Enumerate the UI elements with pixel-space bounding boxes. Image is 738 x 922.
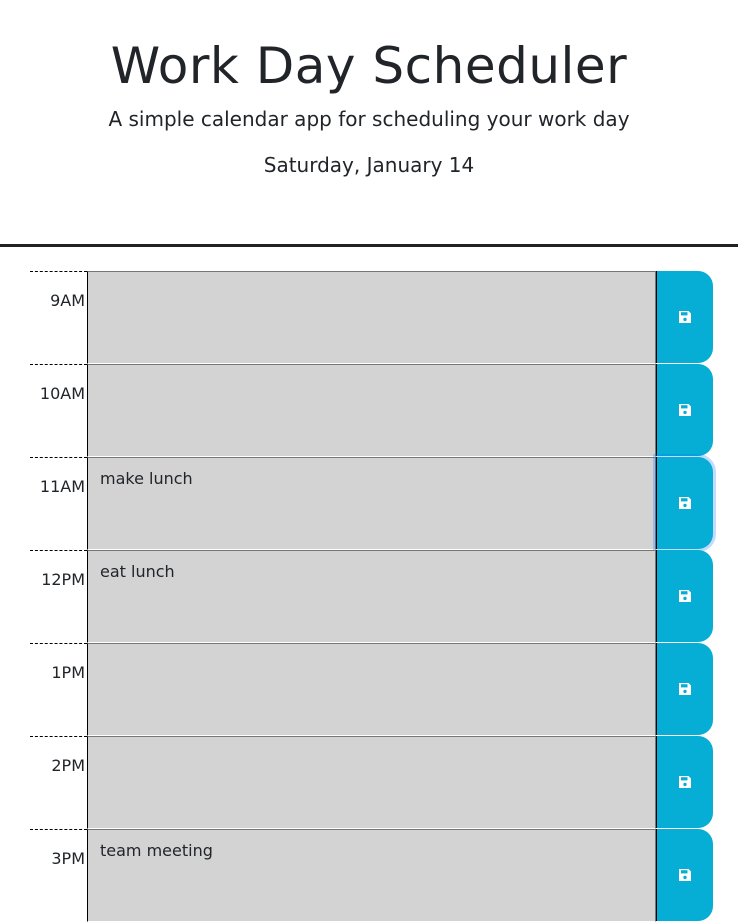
save-button[interactable]: [656, 643, 713, 735]
time-block-row: 3PM team meeting: [0, 829, 738, 922]
event-description-textarea[interactable]: [87, 364, 656, 457]
event-description-textarea[interactable]: make lunch: [87, 457, 656, 550]
hour-cell: 12PM: [30, 550, 87, 642]
hour-cell: 11AM: [30, 457, 87, 549]
page-title: Work Day Scheduler: [110, 37, 628, 95]
time-block-row: 1PM: [0, 643, 738, 736]
time-block-row: 9AM: [0, 271, 738, 364]
current-day: Saturday, January 14: [263, 153, 475, 177]
hour-label: 2PM: [51, 756, 85, 775]
floppy-disk-icon: [679, 683, 691, 695]
event-description-textarea[interactable]: [87, 643, 656, 736]
hour-label: 10AM: [39, 384, 85, 403]
hour-label: 9AM: [50, 291, 85, 310]
floppy-disk-icon: [679, 869, 691, 881]
time-block-row: 2PM: [0, 736, 738, 829]
save-button[interactable]: [656, 550, 713, 642]
hour-cell: 3PM: [30, 829, 87, 921]
save-button[interactable]: [656, 364, 713, 456]
time-block-row: 10AM: [0, 364, 738, 457]
hour-label: 11AM: [39, 477, 85, 496]
hour-label: 3PM: [51, 849, 85, 868]
floppy-disk-icon: [679, 497, 691, 509]
event-description-textarea[interactable]: eat lunch: [87, 550, 656, 643]
hour-cell: 2PM: [30, 736, 87, 828]
page-header: Work Day Scheduler A simple calendar app…: [0, 0, 738, 247]
floppy-disk-icon: [679, 590, 691, 602]
hour-cell: 9AM: [30, 271, 87, 363]
hour-label: 12PM: [41, 570, 85, 589]
save-button[interactable]: [656, 271, 713, 363]
hour-cell: 10AM: [30, 364, 87, 456]
schedule-container: 9AM 10AM 11AM make lunch 12PM eat lunch 1PM 2PM…: [0, 271, 738, 922]
floppy-disk-icon: [679, 404, 691, 416]
event-description-textarea[interactable]: [87, 271, 656, 364]
save-button[interactable]: [656, 457, 713, 549]
hour-label: 1PM: [51, 663, 85, 682]
page-lead: A simple calendar app for scheduling you…: [108, 107, 630, 131]
floppy-disk-icon: [679, 776, 691, 788]
time-block-row: 11AM make lunch: [0, 457, 738, 550]
floppy-disk-icon: [679, 311, 691, 323]
save-button[interactable]: [656, 829, 713, 921]
event-description-textarea[interactable]: [87, 736, 656, 829]
save-button[interactable]: [656, 736, 713, 828]
event-description-textarea[interactable]: team meeting: [87, 829, 656, 922]
hour-cell: 1PM: [30, 643, 87, 735]
time-block-row: 12PM eat lunch: [0, 550, 738, 643]
